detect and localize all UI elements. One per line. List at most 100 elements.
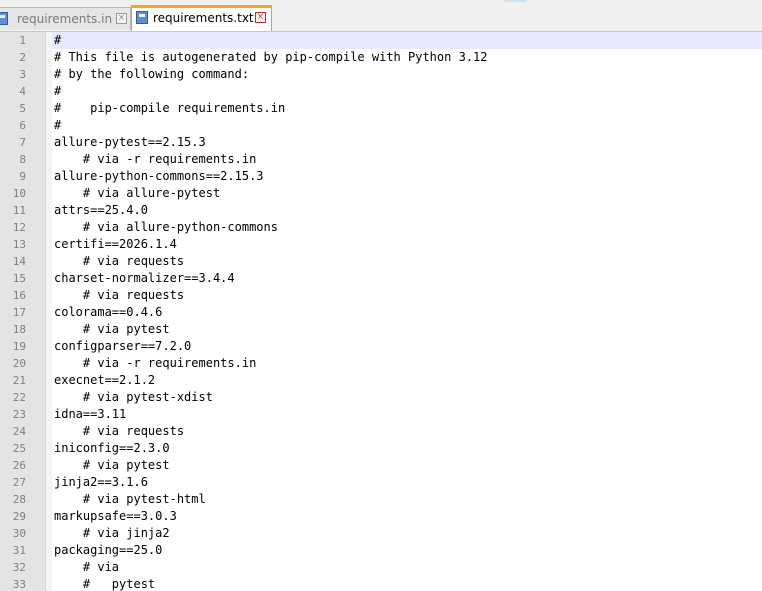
close-icon[interactable]: × (116, 13, 127, 24)
editor-line[interactable]: 19 configparser==7.2.0 (0, 338, 762, 355)
line-number: 30 (12, 527, 26, 540)
line-text[interactable]: # (52, 32, 762, 49)
save-disk-icon (136, 11, 148, 24)
editor-lines: 1 #2 # This file is autogenerated by pip-c… (0, 32, 762, 591)
save-disk-icon (0, 12, 8, 25)
line-number: 22 (12, 391, 26, 404)
line-number: 9 (19, 170, 26, 183)
line-text[interactable]: # via allure-python-commons (52, 219, 762, 236)
line-number: 7 (19, 136, 26, 149)
editor-line[interactable]: 26 # via pytest (0, 457, 762, 474)
line-text[interactable]: charset-normalizer==3.4.4 (52, 270, 762, 287)
tab-bar: requirements.in × requirements.txt × (0, 0, 762, 32)
line-number: 16 (12, 289, 26, 302)
editor-line[interactable]: 20 # via -r requirements.in (0, 355, 762, 372)
line-text[interactable]: # via (52, 559, 762, 576)
line-text[interactable]: # (52, 117, 762, 134)
line-number: 33 (12, 578, 26, 591)
line-number: 10 (12, 187, 26, 200)
line-number: 15 (12, 272, 26, 285)
editor-line[interactable]: 7 allure-pytest==2.15.3 (0, 134, 762, 151)
line-text[interactable]: jinja2==3.1.6 (52, 474, 762, 491)
line-text[interactable]: # via requests (52, 423, 762, 440)
line-text[interactable]: # via pytest-html (52, 491, 762, 508)
line-text[interactable]: # via allure-pytest (52, 185, 762, 202)
tab-requirements-in[interactable]: requirements.in × (0, 7, 131, 30)
line-text[interactable]: # via -r requirements.in (52, 355, 762, 372)
line-number: 31 (12, 544, 26, 557)
line-text[interactable]: # by the following command: (52, 66, 762, 83)
line-text[interactable]: # pytest (52, 576, 762, 591)
editor-line[interactable]: 8 # via -r requirements.in (0, 151, 762, 168)
tab-label: requirements.in (17, 12, 113, 26)
editor-line[interactable]: 32 # via (0, 559, 762, 576)
editor-line[interactable]: 17 colorama==0.4.6 (0, 304, 762, 321)
editor-line[interactable]: 9 allure-python-commons==2.15.3 (0, 168, 762, 185)
editor-line[interactable]: 10 # via allure-pytest (0, 185, 762, 202)
editor-line[interactable]: 16 # via requests (0, 287, 762, 304)
line-number: 11 (12, 204, 26, 217)
tab-requirements-txt[interactable]: requirements.txt × (131, 5, 272, 31)
editor-line[interactable]: 2 # This file is autogenerated by pip-com… (0, 49, 762, 66)
line-text[interactable]: # via requests (52, 287, 762, 304)
line-number: 25 (12, 442, 26, 455)
editor-line[interactable]: 18 # via pytest (0, 321, 762, 338)
line-number: 1 (19, 34, 26, 47)
editor-line[interactable]: 23 idna==3.11 (0, 406, 762, 423)
editor-line[interactable]: 6 # (0, 117, 762, 134)
line-text[interactable]: markupsafe==3.0.3 (52, 508, 762, 525)
editor-line[interactable]: 11 attrs==25.4.0 (0, 202, 762, 219)
line-text[interactable]: allure-pytest==2.15.3 (52, 134, 762, 151)
editor-line[interactable]: 27 jinja2==3.1.6 (0, 474, 762, 491)
line-text[interactable]: # pip-compile requirements.in (52, 100, 762, 117)
line-number: 19 (12, 340, 26, 353)
editor-line[interactable]: 21 execnet==2.1.2 (0, 372, 762, 389)
line-number: 14 (12, 255, 26, 268)
editor-line[interactable]: 12 # via allure-python-commons (0, 219, 762, 236)
line-text[interactable]: colorama==0.4.6 (52, 304, 762, 321)
line-number: 2 (19, 51, 26, 64)
editor-line[interactable]: 25 iniconfig==2.3.0 (0, 440, 762, 457)
line-text[interactable]: # via requests (52, 253, 762, 270)
line-text[interactable]: # via -r requirements.in (52, 151, 762, 168)
editor-line[interactable]: 30 # via jinja2 (0, 525, 762, 542)
line-text[interactable]: # via jinja2 (52, 525, 762, 542)
editor-line[interactable]: 15 charset-normalizer==3.4.4 (0, 270, 762, 287)
line-text[interactable]: configparser==7.2.0 (52, 338, 762, 355)
line-text[interactable]: certifi==2026.1.4 (52, 236, 762, 253)
editor-line[interactable]: 31 packaging==25.0 (0, 542, 762, 559)
editor-line[interactable]: 24 # via requests (0, 423, 762, 440)
editor-line[interactable]: 5 # pip-compile requirements.in (0, 100, 762, 117)
line-text[interactable]: # via pytest-xdist (52, 389, 762, 406)
toolbar-edge (504, 0, 526, 2)
line-text[interactable]: iniconfig==2.3.0 (52, 440, 762, 457)
line-number: 18 (12, 323, 26, 336)
line-text[interactable]: execnet==2.1.2 (52, 372, 762, 389)
editor-line[interactable]: 3 # by the following command: (0, 66, 762, 83)
editor-line[interactable]: 29 markupsafe==3.0.3 (0, 508, 762, 525)
editor-line[interactable]: 13 certifi==2026.1.4 (0, 236, 762, 253)
line-text[interactable]: attrs==25.4.0 (52, 202, 762, 219)
editor-line[interactable]: 4 # (0, 83, 762, 100)
line-text[interactable]: # via pytest (52, 321, 762, 338)
editor-line[interactable]: 14 # via requests (0, 253, 762, 270)
line-text[interactable]: idna==3.11 (52, 406, 762, 423)
editor-line[interactable]: 28 # via pytest-html (0, 491, 762, 508)
line-text[interactable]: allure-python-commons==2.15.3 (52, 168, 762, 185)
editor-line[interactable]: 22 # via pytest-xdist (0, 389, 762, 406)
line-text[interactable]: # (52, 83, 762, 100)
line-text[interactable]: # This file is autogenerated by pip-comp… (52, 49, 762, 66)
line-number: 4 (19, 85, 26, 98)
line-number: 5 (19, 102, 26, 115)
line-number: 13 (12, 238, 26, 251)
close-icon[interactable]: × (255, 12, 266, 23)
line-number: 28 (12, 493, 26, 506)
line-number: 32 (12, 561, 26, 574)
line-number: 17 (12, 306, 26, 319)
line-text[interactable]: packaging==25.0 (52, 542, 762, 559)
editor-line[interactable]: 1 # (0, 32, 762, 49)
line-number: 26 (12, 459, 26, 472)
text-editor[interactable]: 1 #2 # This file is autogenerated by pip-c… (0, 32, 762, 591)
editor-line[interactable]: 33 # pytest (0, 576, 762, 591)
line-text[interactable]: # via pytest (52, 457, 762, 474)
